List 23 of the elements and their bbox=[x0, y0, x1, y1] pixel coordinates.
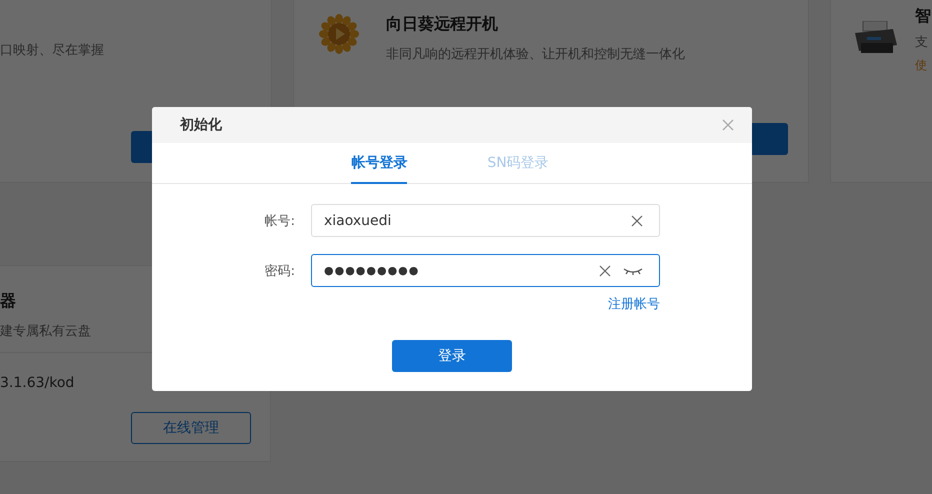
card-title: 向日葵远程开机 bbox=[386, 14, 499, 35]
card-description: 建专属私有云盘 bbox=[0, 323, 92, 340]
printer-icon bbox=[853, 21, 899, 55]
clear-icon[interactable] bbox=[599, 264, 611, 276]
server-address: 3.1.63/kod bbox=[0, 375, 76, 391]
field-label: 帐号: bbox=[264, 212, 295, 230]
input-field[interactable]: xiaoxuedi bbox=[311, 204, 660, 237]
dialog-title: 初始化 bbox=[180, 116, 222, 134]
closed-eye-icon[interactable] bbox=[623, 266, 643, 274]
card-note: 使 bbox=[915, 57, 928, 74]
card-title: 智 bbox=[915, 6, 931, 27]
sunflower-icon bbox=[319, 14, 359, 54]
tab[interactable]: 帐号登录 bbox=[351, 143, 408, 184]
password-field[interactable]: ●●●●●●●●● bbox=[311, 254, 660, 287]
card-title: 器 bbox=[0, 291, 17, 312]
field-label: 密码: bbox=[264, 262, 295, 280]
card-description: 支 bbox=[915, 34, 929, 51]
card-description: 口映射、尽在掌握 bbox=[0, 42, 105, 59]
card-description: 非同凡响的远程开机体验、让开机和控制无缝一体化 bbox=[386, 46, 685, 63]
clear-icon[interactable] bbox=[631, 214, 643, 226]
login-button[interactable]: 登录 bbox=[392, 340, 512, 372]
manage-button[interactable]: 在线管理 bbox=[131, 412, 251, 444]
register-link[interactable]: 注册帐号 bbox=[608, 295, 660, 313]
